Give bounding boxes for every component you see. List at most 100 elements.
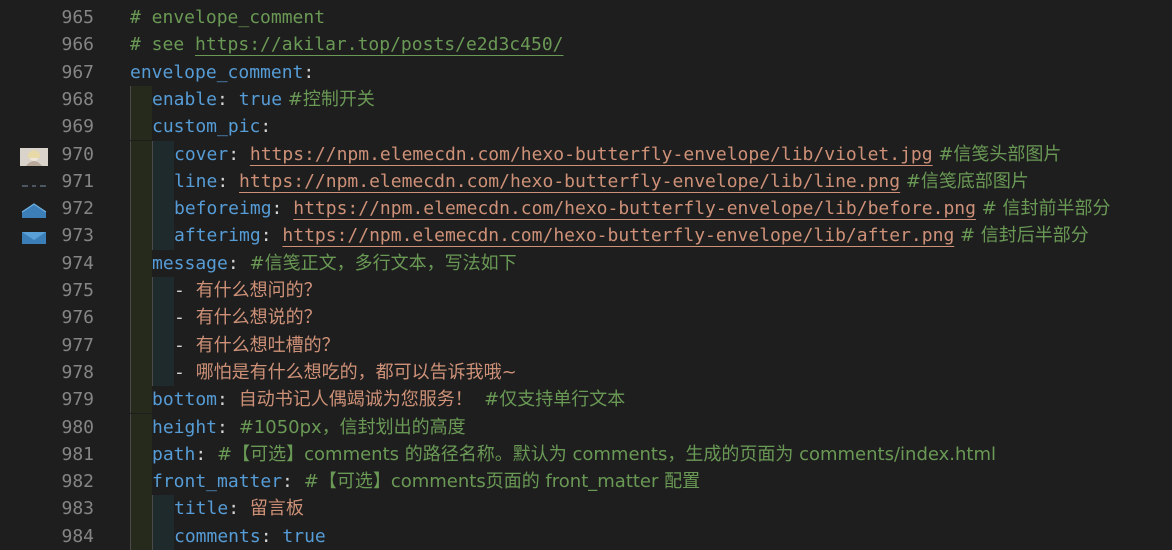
code-content: # see https://akilar.top/posts/e2d3c450/ bbox=[130, 31, 564, 58]
line-number: 981 bbox=[61, 443, 94, 465]
indent-guide bbox=[130, 304, 152, 332]
line-number: 972 bbox=[61, 198, 94, 220]
code-content: - 哪怕是有什么想吃的，都可以告诉我哦~ bbox=[174, 359, 517, 386]
code-content: height: #1050px，信封划出的高度 bbox=[152, 414, 466, 441]
url-link[interactable]: https://akilar.top/posts/e2d3c450/ bbox=[195, 34, 563, 55]
key-token: comments bbox=[174, 525, 261, 547]
line-number: 970 bbox=[61, 143, 94, 165]
indent-guide bbox=[130, 113, 152, 141]
punctuation-token: : bbox=[195, 443, 218, 465]
code-line[interactable]: 984 comments: true bbox=[0, 522, 1172, 550]
envelope-bottom-thumbnail-icon bbox=[20, 228, 48, 245]
code-line[interactable]: 981 path: #【可选】comments 的路径名称。默认为 comment… bbox=[0, 440, 1172, 469]
line-number: 971 bbox=[61, 170, 94, 192]
punctuation-token: : bbox=[227, 252, 250, 274]
code-line[interactable]: 966 # see https://akilar.top/posts/e2d3c4… bbox=[0, 31, 1172, 58]
code-content: - 有什么想问的？ bbox=[174, 277, 322, 304]
code-content: beforeimg: https://npm.elemecdn.com/hexo… bbox=[174, 195, 1111, 222]
code-content: - 有什么想说的？ bbox=[174, 304, 322, 331]
key-token: front_matter bbox=[152, 471, 283, 493]
comment-token: #控制开关 bbox=[282, 88, 375, 110]
indent-guide bbox=[130, 249, 152, 277]
code-content: line: https://npm.elemecdn.com/hexo-butt… bbox=[174, 168, 1029, 195]
code-line[interactable]: 983 title: 留言板 bbox=[0, 495, 1172, 523]
key-token: custom_pic bbox=[152, 116, 261, 138]
line-number: 973 bbox=[61, 225, 94, 247]
code-line[interactable]: 978 - 哪怕是有什么想吃的，都可以告诉我哦~ bbox=[0, 358, 1172, 387]
code-line[interactable]: 968 enable: true #控制开关 bbox=[0, 85, 1172, 114]
comment-token: #【可选】comments 的路径名称。默认为 comments，生成的页面为 … bbox=[217, 443, 997, 465]
indent-guide bbox=[130, 167, 152, 196]
indent-guide bbox=[130, 222, 152, 250]
line-number: 966 bbox=[61, 34, 94, 56]
indent-guide bbox=[152, 195, 174, 223]
code-content: front_matter: #【可选】comments页面的 front_mat… bbox=[152, 468, 700, 495]
code-line[interactable]: 979 bottom: 自动书记人偶竭诚为您服务！ #仅支持单行文本 bbox=[0, 386, 1172, 414]
line-number: 969 bbox=[61, 116, 94, 138]
code-line[interactable]: 973 afterimg: https://npm.elemecdn.com/he… bbox=[0, 222, 1172, 250]
line-number: 968 bbox=[61, 88, 94, 110]
code-line[interactable]: 969 custom_pic: bbox=[0, 113, 1172, 141]
key-token: beforeimg bbox=[174, 198, 272, 220]
punctuation-token: : bbox=[260, 116, 272, 138]
code-line[interactable]: 970 cover: https://npm.elemecdn.com/hexo-… bbox=[0, 140, 1172, 168]
code-line[interactable]: 975 - 有什么想问的？ bbox=[0, 277, 1172, 305]
code-line[interactable]: 977 - 有什么想吐槽的？ bbox=[0, 331, 1172, 359]
punctuation-token: - bbox=[174, 280, 196, 301]
line-thumbnail-icon bbox=[20, 174, 48, 190]
code-line[interactable]: 967 envelope_comment: bbox=[0, 59, 1172, 86]
code-content: title: 留言板 bbox=[174, 495, 304, 522]
code-line[interactable]: 980 height: #1050px，信封划出的高度 bbox=[0, 413, 1172, 441]
url-link[interactable]: https://npm.elemecdn.com/hexo-butterfly-… bbox=[239, 171, 900, 192]
key-token: path bbox=[152, 443, 196, 465]
code-content: # envelope_comment bbox=[130, 4, 325, 31]
key-token: cover bbox=[174, 143, 229, 165]
boolean-token: true bbox=[282, 525, 326, 547]
key-token: afterimg bbox=[174, 225, 261, 247]
indent-guide bbox=[130, 413, 152, 441]
indent-guide bbox=[130, 85, 152, 114]
punctuation-token: : bbox=[271, 198, 294, 220]
punctuation-token: : bbox=[228, 498, 250, 520]
indent-guide bbox=[152, 495, 174, 523]
code-line[interactable]: 971 line: https://npm.elemecdn.com/hexo-b… bbox=[0, 167, 1172, 196]
code-editor[interactable]: 965 # envelope_comment 966 # see https://ak… bbox=[0, 0, 1172, 550]
punctuation-token: : bbox=[217, 170, 240, 192]
line-number: 974 bbox=[61, 252, 94, 274]
punctuation-token: : bbox=[260, 525, 283, 547]
punctuation-token: : bbox=[217, 389, 239, 411]
indent-guide bbox=[152, 277, 174, 305]
comment-token: #信笺头部图片 bbox=[932, 143, 1062, 165]
comment-token: # 信封后半部分 bbox=[954, 225, 1089, 247]
code-content: afterimg: https://npm.elemecdn.com/hexo-… bbox=[174, 222, 1089, 249]
line-number: 984 bbox=[61, 525, 94, 547]
string-token: 有什么想吐槽的？ bbox=[195, 334, 340, 356]
indent-guide bbox=[152, 140, 174, 168]
url-link[interactable]: https://npm.elemecdn.com/hexo-butterfly-… bbox=[282, 225, 954, 246]
code-content: cover: https://npm.elemecdn.com/hexo-but… bbox=[174, 141, 1061, 168]
code-content: path: #【可选】comments 的路径名称。默认为 comments，生… bbox=[152, 441, 996, 468]
string-token: 有什么想问的？ bbox=[195, 280, 322, 301]
comment-token: #信笺正文，多行文本，写法如下 bbox=[249, 252, 517, 274]
code-line[interactable]: 965 # envelope_comment bbox=[0, 4, 1172, 31]
key-token: message bbox=[152, 252, 228, 274]
code-line[interactable]: 972 beforeimg: https://npm.elemecdn.com/h… bbox=[0, 195, 1172, 223]
envelope-top-thumbnail-icon bbox=[20, 201, 48, 219]
code-line[interactable]: 974 message: #信笺正文，多行文本，写法如下 bbox=[0, 249, 1172, 277]
punctuation-token: : bbox=[282, 471, 304, 493]
comment-token: # see bbox=[130, 34, 196, 56]
code-line[interactable]: 982 front_matter: #【可选】comments页面的 front_… bbox=[0, 468, 1172, 496]
indent-guide bbox=[130, 195, 152, 223]
key-token: title bbox=[174, 498, 229, 520]
line-number: 983 bbox=[61, 498, 94, 520]
url-link[interactable]: https://npm.elemecdn.com/hexo-butterfly-… bbox=[250, 144, 933, 165]
code-content: envelope_comment: bbox=[130, 59, 314, 86]
code-line[interactable]: 976 - 有什么想说的？ bbox=[0, 304, 1172, 332]
indent-guide bbox=[130, 440, 152, 469]
comment-token: #仅支持单行文本 bbox=[472, 389, 626, 411]
string-token: 有什么想说的？ bbox=[195, 307, 322, 329]
punctuation-token: : bbox=[228, 143, 250, 165]
indent-guide bbox=[130, 331, 152, 359]
url-link[interactable]: https://npm.elemecdn.com/hexo-butterfly-… bbox=[293, 198, 976, 219]
key-token: height bbox=[152, 416, 218, 438]
